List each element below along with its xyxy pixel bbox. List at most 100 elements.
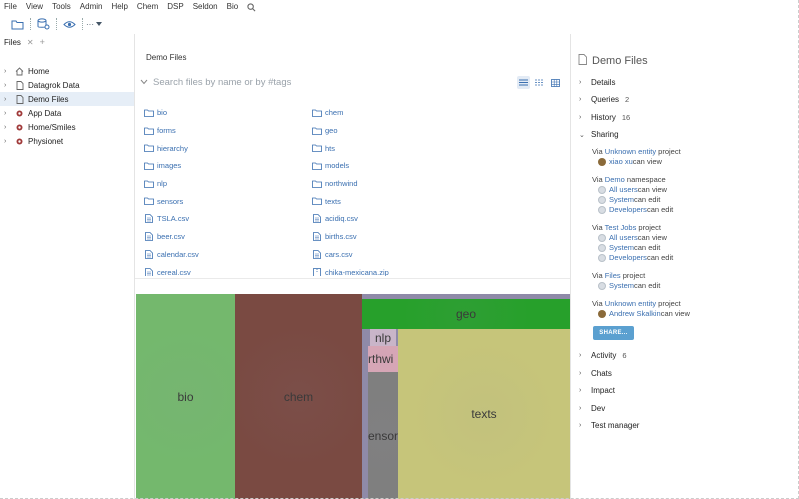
- section-history[interactable]: › History 16: [579, 113, 630, 122]
- treemap-cell-sensors[interactable]: ensor: [368, 372, 398, 499]
- permission-row: System can edit: [592, 281, 660, 291]
- tab-files[interactable]: Files: [4, 38, 21, 47]
- details-view-icon[interactable]: [533, 76, 546, 89]
- folder-item[interactable]: chem: [312, 104, 389, 122]
- section-impact[interactable]: › Impact: [579, 386, 615, 395]
- folder-item[interactable]: images: [144, 157, 199, 175]
- open-folder-icon[interactable]: [8, 16, 27, 32]
- menu-help[interactable]: Help: [111, 2, 127, 11]
- folder-item[interactable]: nlp: [144, 175, 199, 193]
- section-details[interactable]: › Details: [579, 78, 615, 87]
- close-icon[interactable]: ✕: [27, 38, 34, 47]
- chevron-right-icon[interactable]: ›: [4, 124, 11, 131]
- treemap-cell-chem[interactable]: chem: [235, 294, 362, 499]
- chevron-right-icon: ›: [579, 422, 582, 429]
- chevron-right-icon[interactable]: ›: [4, 138, 11, 145]
- principal-link[interactable]: Developers: [609, 253, 647, 263]
- folder-item[interactable]: hts: [312, 139, 389, 157]
- via-link[interactable]: Demo: [605, 175, 625, 184]
- file-item[interactable]: TSLA.csv: [144, 210, 199, 228]
- list-view-icon[interactable]: [517, 76, 530, 89]
- folder-item[interactable]: forms: [144, 122, 199, 140]
- file-item[interactable]: acidiq.csv: [312, 210, 389, 228]
- folder-item[interactable]: sensors: [144, 192, 199, 210]
- search-icon[interactable]: [247, 2, 256, 11]
- tree-item-demo-files[interactable]: › Demo Files: [0, 92, 134, 106]
- principal-link[interactable]: All users: [609, 185, 638, 195]
- via-link[interactable]: Files: [605, 271, 621, 280]
- section-sharing[interactable]: ⌄ Sharing: [579, 130, 619, 139]
- treemap-viewer[interactable]: bio chem geo nlp rthwi ensor texts: [136, 294, 570, 499]
- add-tab-icon[interactable]: +: [40, 37, 45, 47]
- treemap-cell-geo[interactable]: geo: [362, 299, 570, 329]
- folder-item[interactable]: models: [312, 157, 389, 175]
- section-dev[interactable]: › Dev: [579, 404, 605, 413]
- principal-link[interactable]: xiao xu: [609, 157, 633, 167]
- file-item[interactable]: chika-mexicana.zip: [312, 263, 389, 276]
- section-activity[interactable]: › Activity 6: [579, 351, 627, 360]
- menu-file[interactable]: File: [4, 2, 17, 11]
- file-item[interactable]: calendar.csv: [144, 246, 199, 264]
- chevron-right-icon[interactable]: ›: [4, 68, 11, 75]
- treemap-cell-northwind[interactable]: rthwi: [368, 346, 398, 372]
- folder-icon: [312, 179, 322, 188]
- principal-link[interactable]: System: [609, 243, 634, 253]
- folder-item[interactable]: hierarchy: [144, 139, 199, 157]
- section-label: Details: [591, 78, 616, 87]
- via-link[interactable]: Unknown entity: [605, 299, 656, 308]
- divider: [135, 278, 570, 279]
- grid-view-icon[interactable]: [549, 76, 562, 89]
- file-item[interactable]: beer.csv: [144, 228, 199, 246]
- section-test-manager[interactable]: › Test manager: [579, 421, 639, 430]
- chevron-down-icon[interactable]: [140, 78, 148, 87]
- principal-link[interactable]: Andrew Skalkin: [609, 309, 661, 319]
- treemap-label: texts: [471, 407, 497, 421]
- chevron-right-icon[interactable]: ›: [4, 110, 11, 117]
- treemap-cell-nlp[interactable]: nlp: [370, 329, 396, 346]
- folder-item[interactable]: bio: [144, 104, 199, 122]
- folder-item[interactable]: geo: [312, 122, 389, 140]
- menu-bio[interactable]: Bio: [227, 2, 239, 11]
- principal-link[interactable]: System: [609, 195, 634, 205]
- sharing-via: Via Unknown entity project: [592, 147, 681, 157]
- treemap-cell-texts[interactable]: texts: [398, 329, 570, 499]
- principal-link[interactable]: All users: [609, 233, 638, 243]
- tree-item-home[interactable]: › Home: [0, 64, 134, 78]
- menu-dsp[interactable]: DSP: [167, 2, 183, 11]
- more-menu-button[interactable]: ···: [86, 20, 102, 29]
- chevron-right-icon[interactable]: ›: [4, 96, 11, 103]
- file-item[interactable]: cars.csv: [312, 246, 389, 264]
- share-button[interactable]: SHARE...: [593, 326, 634, 340]
- panel-divider[interactable]: [570, 34, 571, 499]
- tree-item-home-smiles[interactable]: › Home/Smiles: [0, 120, 134, 134]
- file-item[interactable]: cereal.csv: [144, 263, 199, 276]
- treemap-cell-bio[interactable]: bio: [136, 294, 235, 499]
- chevron-right-icon[interactable]: ›: [4, 82, 11, 89]
- section-label: Test manager: [591, 421, 640, 430]
- eye-icon[interactable]: [60, 16, 79, 32]
- permission-text: can edit: [634, 281, 661, 290]
- tree-item-datagrok-data[interactable]: › Datagrok Data: [0, 78, 134, 92]
- menu-admin[interactable]: Admin: [80, 2, 103, 11]
- folder-item[interactable]: texts: [312, 192, 389, 210]
- menu-chem[interactable]: Chem: [137, 2, 158, 11]
- tree-item-app-data[interactable]: › App Data: [0, 106, 134, 120]
- via-link[interactable]: Unknown entity: [605, 147, 656, 156]
- file-item[interactable]: births.csv: [312, 228, 389, 246]
- menu-seldon[interactable]: Seldon: [193, 2, 218, 11]
- search-input[interactable]: Search files by name or by #tags: [153, 77, 291, 88]
- database-icon[interactable]: [34, 16, 53, 32]
- folder-icon: [312, 108, 322, 117]
- principal-link[interactable]: System: [609, 281, 634, 291]
- panel-divider[interactable]: [134, 34, 135, 499]
- menu-tools[interactable]: Tools: [52, 2, 71, 11]
- search-bar[interactable]: Search files by name or by #tags: [140, 72, 564, 92]
- group-icon: [598, 206, 606, 214]
- principal-link[interactable]: Developers: [609, 205, 647, 215]
- section-queries[interactable]: › Queries 2: [579, 95, 629, 104]
- folder-item[interactable]: northwind: [312, 175, 389, 193]
- section-chats[interactable]: › Chats: [579, 369, 612, 378]
- tree-item-physionet[interactable]: › Physionet: [0, 134, 134, 148]
- menu-view[interactable]: View: [26, 2, 43, 11]
- via-link[interactable]: Test Jobs: [605, 223, 637, 232]
